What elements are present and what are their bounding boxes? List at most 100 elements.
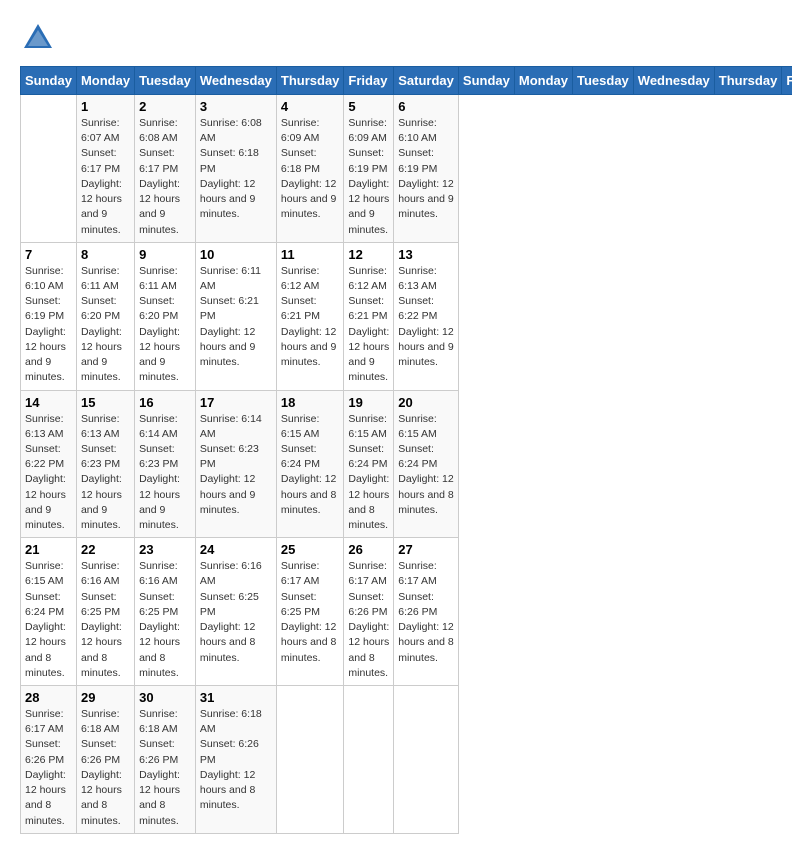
day-number: 16	[139, 395, 191, 410]
day-info: Sunrise: 6:09 AMSunset: 6:18 PMDaylight:…	[281, 116, 340, 223]
day-info: Sunrise: 6:13 AMSunset: 6:23 PMDaylight:…	[81, 412, 130, 534]
day-number: 9	[139, 247, 191, 262]
calendar-cell: 2Sunrise: 6:08 AMSunset: 6:17 PMDaylight…	[135, 95, 196, 243]
col-header-wednesday: Wednesday	[633, 67, 714, 95]
calendar-week-2: 7 Sunrise: 6:10 AMSunset: 6:19 PMDaylight…	[21, 242, 792, 390]
calendar-week-1: 1 Sunrise: 6:07 AMSunset: 6:17 PMDaylight…	[21, 95, 792, 243]
header-saturday: Saturday	[394, 67, 459, 95]
day-number: 17	[200, 395, 272, 410]
day-number: 2	[139, 99, 191, 114]
day-info: Sunrise: 6:18 AMSunset: 6:26 PMDaylight:…	[81, 707, 130, 829]
calendar-cell	[21, 95, 77, 243]
calendar-cell: 6 Sunrise: 6:10 AMSunset: 6:19 PMDaylight…	[394, 95, 459, 243]
calendar-cell: 20 Sunrise: 6:15 AMSunset: 6:24 PMDayligh…	[394, 390, 459, 538]
header-friday: Friday	[344, 67, 394, 95]
day-number: 27	[398, 542, 454, 557]
calendar-cell: 14 Sunrise: 6:13 AMSunset: 6:22 PMDayligh…	[21, 390, 77, 538]
day-number: 7	[25, 247, 72, 262]
day-number: 14	[25, 395, 72, 410]
day-info: Sunrise: 6:16 AMSunset: 6:25 PMDaylight:…	[139, 559, 191, 681]
col-header-sunday: Sunday	[458, 67, 514, 95]
day-info: Sunrise: 6:15 AMSunset: 6:24 PMDaylight:…	[398, 412, 454, 519]
calendar-week-3: 14 Sunrise: 6:13 AMSunset: 6:22 PMDayligh…	[21, 390, 792, 538]
calendar-cell: 10 Sunrise: 6:11 AMSunset: 6:21 PMDayligh…	[195, 242, 276, 390]
day-info: Sunrise: 6:16 AMSunset: 6:25 PMDaylight:…	[81, 559, 130, 681]
day-info: Sunrise: 6:17 AMSunset: 6:26 PMDaylight:…	[398, 559, 454, 666]
day-number: 30	[139, 690, 191, 705]
calendar-cell: 31 Sunrise: 6:18 AMSunset: 6:26 PMDayligh…	[195, 686, 276, 834]
day-number: 28	[25, 690, 72, 705]
day-info: Sunrise: 6:17 AMSunset: 6:26 PMDaylight:…	[348, 559, 389, 681]
day-number: 12	[348, 247, 389, 262]
day-number: 13	[398, 247, 454, 262]
day-number: 3	[200, 99, 272, 114]
day-info: Sunrise: 6:13 AMSunset: 6:22 PMDaylight:…	[25, 412, 72, 534]
day-number: 10	[200, 247, 272, 262]
day-info: Sunrise: 6:17 AMSunset: 6:25 PMDaylight:…	[281, 559, 340, 666]
calendar-cell: 5 Sunrise: 6:09 AMSunset: 6:19 PMDaylight…	[344, 95, 394, 243]
calendar-week-5: 28 Sunrise: 6:17 AMSunset: 6:26 PMDayligh…	[21, 686, 792, 834]
calendar-cell: 3 Sunrise: 6:08 AMSunset: 6:18 PMDaylight…	[195, 95, 276, 243]
day-info: Sunrise: 6:08 AMSunset: 6:18 PMDaylight:…	[200, 116, 272, 223]
day-info: Sunrise: 6:10 AMSunset: 6:19 PMDaylight:…	[398, 116, 454, 223]
header-tuesday: Tuesday	[135, 67, 196, 95]
calendar-cell: 29Sunrise: 6:18 AMSunset: 6:26 PMDayligh…	[76, 686, 134, 834]
header-thursday: Thursday	[276, 67, 344, 95]
calendar-table: SundayMondayTuesdayWednesdayThursdayFrid…	[20, 66, 792, 834]
day-info: Sunrise: 6:10 AMSunset: 6:19 PMDaylight:…	[25, 264, 72, 386]
calendar-cell: 12Sunrise: 6:12 AMSunset: 6:21 PMDayligh…	[344, 242, 394, 390]
day-number: 11	[281, 247, 340, 262]
day-info: Sunrise: 6:15 AMSunset: 6:24 PMDaylight:…	[25, 559, 72, 681]
calendar-cell: 4Sunrise: 6:09 AMSunset: 6:18 PMDaylight…	[276, 95, 344, 243]
day-info: Sunrise: 6:11 AMSunset: 6:20 PMDaylight:…	[139, 264, 191, 386]
day-info: Sunrise: 6:16 AMSunset: 6:25 PMDaylight:…	[200, 559, 272, 666]
day-number: 20	[398, 395, 454, 410]
calendar-cell	[344, 686, 394, 834]
day-number: 26	[348, 542, 389, 557]
day-info: Sunrise: 6:15 AMSunset: 6:24 PMDaylight:…	[281, 412, 340, 519]
day-number: 25	[281, 542, 340, 557]
day-number: 5	[348, 99, 389, 114]
calendar-cell: 16 Sunrise: 6:14 AMSunset: 6:23 PMDayligh…	[135, 390, 196, 538]
day-info: Sunrise: 6:15 AMSunset: 6:24 PMDaylight:…	[348, 412, 389, 534]
day-number: 24	[200, 542, 272, 557]
logo	[20, 20, 60, 56]
day-info: Sunrise: 6:07 AMSunset: 6:17 PMDaylight:…	[81, 116, 130, 238]
header-wednesday: Wednesday	[195, 67, 276, 95]
calendar-cell: 11Sunrise: 6:12 AMSunset: 6:21 PMDayligh…	[276, 242, 344, 390]
page-header	[20, 20, 772, 56]
calendar-cell: 15 Sunrise: 6:13 AMSunset: 6:23 PMDayligh…	[76, 390, 134, 538]
header-monday: Monday	[76, 67, 134, 95]
col-header-thursday: Thursday	[714, 67, 782, 95]
day-info: Sunrise: 6:18 AMSunset: 6:26 PMDaylight:…	[139, 707, 191, 829]
calendar-cell: 8 Sunrise: 6:11 AMSunset: 6:20 PMDaylight…	[76, 242, 134, 390]
day-number: 1	[81, 99, 130, 114]
logo-icon	[20, 20, 56, 56]
calendar-cell: 7 Sunrise: 6:10 AMSunset: 6:19 PMDaylight…	[21, 242, 77, 390]
day-info: Sunrise: 6:11 AMSunset: 6:20 PMDaylight:…	[81, 264, 130, 386]
calendar-cell: 17Sunrise: 6:14 AMSunset: 6:23 PMDayligh…	[195, 390, 276, 538]
col-header-monday: Monday	[514, 67, 572, 95]
day-info: Sunrise: 6:14 AMSunset: 6:23 PMDaylight:…	[139, 412, 191, 534]
day-info: Sunrise: 6:09 AMSunset: 6:19 PMDaylight:…	[348, 116, 389, 238]
col-header-friday: Friday	[782, 67, 792, 95]
calendar-cell	[276, 686, 344, 834]
day-number: 15	[81, 395, 130, 410]
calendar-cell	[394, 686, 459, 834]
day-number: 31	[200, 690, 272, 705]
header-sunday: Sunday	[21, 67, 77, 95]
day-number: 21	[25, 542, 72, 557]
day-info: Sunrise: 6:11 AMSunset: 6:21 PMDaylight:…	[200, 264, 272, 371]
calendar-cell: 9 Sunrise: 6:11 AMSunset: 6:20 PMDaylight…	[135, 242, 196, 390]
day-number: 18	[281, 395, 340, 410]
calendar-header-row: SundayMondayTuesdayWednesdayThursdayFrid…	[21, 67, 792, 95]
day-info: Sunrise: 6:17 AMSunset: 6:26 PMDaylight:…	[25, 707, 72, 829]
day-number: 8	[81, 247, 130, 262]
day-number: 6	[398, 99, 454, 114]
day-info: Sunrise: 6:13 AMSunset: 6:22 PMDaylight:…	[398, 264, 454, 371]
calendar-cell: 30 Sunrise: 6:18 AMSunset: 6:26 PMDayligh…	[135, 686, 196, 834]
day-number: 22	[81, 542, 130, 557]
calendar-cell: 28 Sunrise: 6:17 AMSunset: 6:26 PMDayligh…	[21, 686, 77, 834]
day-info: Sunrise: 6:18 AMSunset: 6:26 PMDaylight:…	[200, 707, 272, 814]
calendar-cell: 13 Sunrise: 6:13 AMSunset: 6:22 PMDayligh…	[394, 242, 459, 390]
